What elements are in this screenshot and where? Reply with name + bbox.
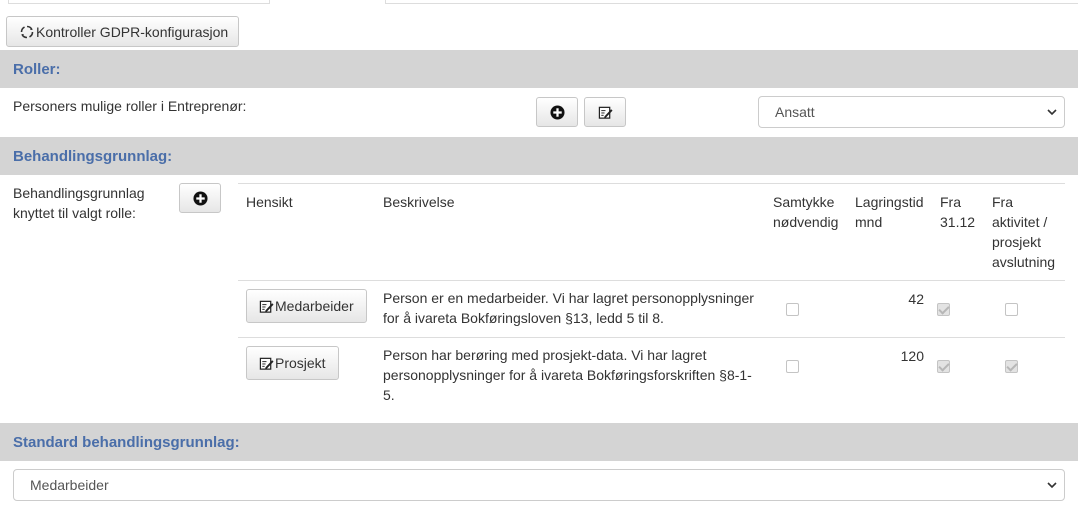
- header-storage-line2: mnd: [855, 214, 883, 230]
- header-consent: Samtykke nødvendig: [773, 192, 838, 232]
- header-from-activity-line1: Fra: [992, 194, 1013, 210]
- description-line: 5.: [383, 387, 395, 403]
- header-purpose: Hensikt: [246, 194, 293, 210]
- header-from-activity-line3: prosjekt: [992, 234, 1042, 250]
- description-line: for å ivareta Bokføringsloven §13, ledd …: [383, 310, 664, 326]
- add-role-button[interactable]: [536, 97, 578, 127]
- purpose-button-medarbeider[interactable]: Medarbeider: [246, 289, 367, 323]
- from-1231-checkbox[interactable]: [937, 360, 950, 373]
- from-activity-checkbox[interactable]: [1005, 360, 1018, 373]
- description-line: Person er en medarbeider. Vi har lagret …: [383, 290, 754, 306]
- storage-months: 42: [908, 291, 924, 307]
- standard-section-header: Standard behandlingsgrunnlag:: [0, 423, 1078, 461]
- basis-label-line2: knyttet til valgt rolle:: [13, 205, 136, 221]
- from-1231-checkbox[interactable]: [937, 303, 950, 316]
- header-from-activity: Fra aktivitet / prosjekt avslutning: [992, 192, 1055, 272]
- edit-icon: [598, 106, 613, 119]
- roles-section-title: Roller:: [13, 61, 61, 78]
- tab-right[interactable]: [385, 0, 1078, 4]
- edit-icon: [259, 300, 274, 313]
- add-basis-button[interactable]: [179, 183, 221, 213]
- consent-checkbox[interactable]: [786, 303, 799, 316]
- standard-section-title: Standard behandlingsgrunnlag:: [13, 434, 240, 451]
- roles-label: Personers mulige roller i Entreprenør:: [13, 98, 247, 114]
- plus-circle-icon: [192, 190, 208, 206]
- standard-basis-select-value: Medarbeider: [30, 477, 109, 493]
- role-select-value: Ansatt: [775, 104, 815, 120]
- check-gdpr-config-label: Kontroller GDPR-konfigurasjon: [36, 23, 229, 40]
- standard-basis-select[interactable]: Medarbeider: [13, 469, 1065, 501]
- description-line: personopplysninger for å ivareta Bokføri…: [383, 367, 752, 383]
- header-from-1231: Fra 31.12: [940, 192, 975, 232]
- description-line: Person har berøring med prosjekt-data. V…: [383, 347, 707, 363]
- header-storage-line1: Lagringstid: [855, 194, 924, 210]
- check-gdpr-config-button[interactable]: Kontroller GDPR-konfigurasjon: [6, 16, 240, 47]
- basis-section-header: Behandlingsgrunnlag:: [0, 137, 1078, 175]
- basis-label-line1: Behandlingsgrunnlag: [13, 185, 145, 201]
- from-activity-checkbox[interactable]: [1005, 303, 1018, 316]
- description-cell: Person har berøring med prosjekt-data. V…: [383, 345, 752, 405]
- roles-section-header: Roller:: [0, 50, 1078, 88]
- table-top-border: [238, 183, 1065, 184]
- row-divider: [238, 280, 1065, 281]
- header-from-1231-line2: 31.12: [940, 214, 976, 230]
- purpose-button-prosjekt[interactable]: Prosjekt: [246, 346, 339, 380]
- chevron-down-icon: [1047, 482, 1057, 489]
- storage-months: 120: [900, 348, 924, 364]
- consent-checkbox[interactable]: [786, 360, 799, 373]
- tab-strip: [0, 0, 1078, 6]
- plus-circle-icon: [549, 104, 565, 120]
- chevron-down-icon: [1047, 109, 1057, 116]
- header-from-1231-line1: Fra: [940, 194, 961, 210]
- row-divider: [238, 337, 1065, 338]
- tab-left[interactable]: [8, 0, 270, 4]
- basis-section-title: Behandlingsgrunnlag:: [13, 148, 173, 165]
- header-from-activity-line2: aktivitet /: [992, 214, 1048, 230]
- purpose-label: Medarbeider: [275, 298, 354, 314]
- description-cell: Person er en medarbeider. Vi har lagret …: [383, 288, 754, 328]
- refresh-icon: [20, 25, 34, 38]
- edit-role-button[interactable]: [584, 97, 626, 127]
- header-consent-line1: Samtykke: [773, 194, 835, 210]
- header-description: Beskrivelse: [383, 194, 455, 210]
- purpose-label: Prosjekt: [275, 355, 326, 371]
- header-storage: Lagringstid mnd: [855, 192, 924, 232]
- role-select[interactable]: Ansatt: [758, 96, 1065, 128]
- edit-icon: [259, 357, 274, 370]
- header-consent-line2: nødvendig: [773, 214, 839, 230]
- header-from-activity-line4: avslutning: [992, 254, 1056, 270]
